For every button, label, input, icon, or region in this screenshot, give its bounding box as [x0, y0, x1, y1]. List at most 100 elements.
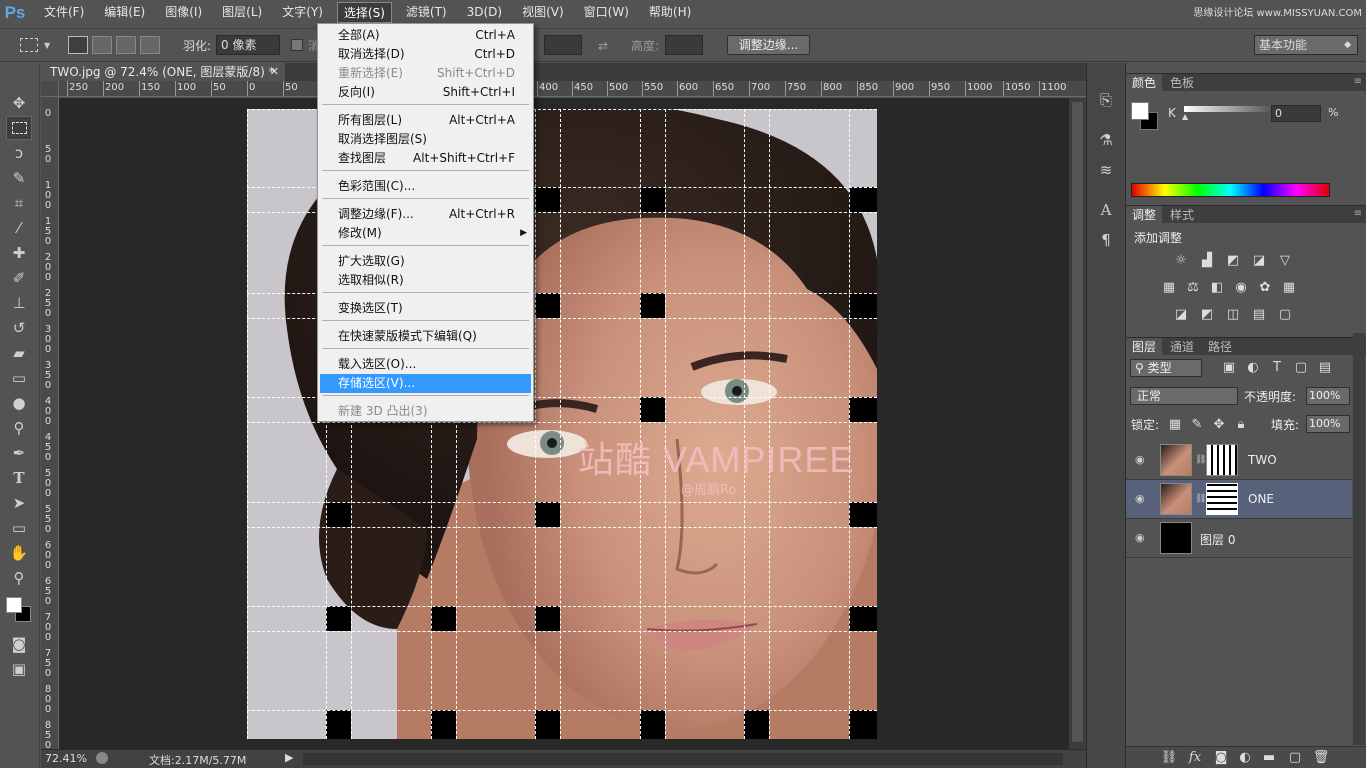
filter-pixel-icon[interactable]: ▣: [1220, 360, 1238, 376]
select-menu-item[interactable]: 扩大选取(G): [320, 252, 531, 271]
filter-type-icon[interactable]: T: [1268, 360, 1286, 376]
move-tool-icon[interactable]: ✥: [6, 91, 32, 115]
opacity-input[interactable]: 100%: [1306, 387, 1350, 405]
antialias-checkbox[interactable]: [291, 39, 303, 51]
brush-presets-icon[interactable]: ⚗: [1091, 127, 1121, 153]
chevron-down-icon[interactable]: ▼: [44, 41, 50, 50]
hand-icon[interactable]: ✋: [6, 541, 32, 565]
menu-layer[interactable]: 图层(L): [216, 2, 268, 23]
select-menu-item[interactable]: 调整边缘(F)... Alt+Ctrl+R: [320, 205, 531, 224]
blur-icon[interactable]: ●: [6, 391, 32, 415]
gradient-map-icon[interactable]: ▤: [1250, 307, 1268, 323]
select-menu-item[interactable]: 所有图层(L) Alt+Ctrl+A: [320, 111, 531, 130]
menu-edit[interactable]: 编辑(E): [98, 2, 151, 23]
path-selection-icon[interactable]: ➤: [6, 491, 32, 515]
gradient-icon[interactable]: ▭: [6, 366, 32, 390]
canvas-area[interactable]: 站酷 VAMPIREE @周鹏Ro: [59, 98, 1069, 749]
k-value-input[interactable]: 0: [1271, 105, 1321, 122]
layer-mask-thumbnail[interactable]: [1206, 483, 1238, 515]
swap-icon[interactable]: ⇄: [598, 35, 608, 57]
menu-view[interactable]: 视图(V): [516, 2, 570, 23]
foreground-color[interactable]: [6, 597, 22, 613]
select-menu-item[interactable]: 取消选择(D) Ctrl+D: [320, 45, 531, 64]
color-swatches[interactable]: [0, 591, 39, 631]
status-info-icon[interactable]: [96, 752, 108, 764]
lasso-icon[interactable]: ↄ: [6, 141, 32, 165]
layer-name[interactable]: TWO: [1248, 453, 1277, 467]
posterize-icon[interactable]: ◩: [1198, 307, 1216, 323]
curves-icon[interactable]: ◩: [1224, 253, 1242, 269]
add-mask-icon[interactable]: ◙: [1212, 750, 1230, 766]
refine-edge-button[interactable]: 调整边缘...: [727, 35, 810, 55]
layer-mask-thumbnail[interactable]: [1206, 444, 1238, 476]
layers-scrollbar[interactable]: [1353, 333, 1365, 745]
select-menu-item[interactable]: 反向(I) Shift+Ctrl+I: [320, 83, 531, 102]
horizontal-scrollbar[interactable]: [303, 753, 1063, 765]
photo-filter-icon[interactable]: ◉: [1232, 280, 1250, 296]
new-selection-icon[interactable]: [68, 36, 88, 54]
marquee-tool-preset-icon[interactable]: [20, 38, 38, 52]
layer-row-two[interactable]: ◉ ⛓ TWO: [1126, 441, 1352, 480]
lock-position-icon[interactable]: ✥: [1210, 417, 1228, 433]
filter-smart-object-icon[interactable]: ▤: [1316, 360, 1334, 376]
dodge-icon[interactable]: ⚲: [6, 416, 32, 440]
paragraph-icon[interactable]: ¶: [1091, 227, 1121, 253]
select-menu-item[interactable]: 全部(A) Ctrl+A: [320, 26, 531, 45]
lock-pixels-icon[interactable]: ✎: [1188, 417, 1206, 433]
document-tab[interactable]: TWO.jpg @ 72.4% (ONE, 图层蒙版/8) * ✕: [41, 63, 285, 81]
rectangular-marquee-icon[interactable]: [6, 116, 32, 140]
history-icon[interactable]: ⎘: [1091, 87, 1121, 113]
tab-channels[interactable]: 通道: [1164, 338, 1200, 356]
ruler-origin[interactable]: [41, 81, 59, 97]
new-group-icon[interactable]: ▬: [1260, 750, 1278, 766]
select-menu-item[interactable]: 载入选区(O)...: [320, 355, 531, 374]
scrollbar-thumb[interactable]: [1072, 102, 1083, 742]
tab-color[interactable]: 颜色: [1126, 74, 1163, 92]
select-menu-item[interactable]: 重新选择(E) Shift+Ctrl+D: [320, 64, 531, 83]
threshold-icon[interactable]: ◫: [1224, 307, 1242, 323]
quick-selection-icon[interactable]: ✎: [6, 166, 32, 190]
levels-icon[interactable]: ▟: [1198, 253, 1216, 269]
filter-shape-icon[interactable]: ▢: [1292, 360, 1310, 376]
select-menu-item[interactable]: 查找图层 Alt+Shift+Ctrl+F: [320, 149, 531, 168]
layer-thumbnail[interactable]: [1160, 483, 1192, 515]
color-lookup-icon[interactable]: ▦: [1280, 280, 1298, 296]
color-balance-icon[interactable]: ⚖: [1184, 280, 1202, 296]
subtract-selection-icon[interactable]: [116, 36, 136, 54]
tab-layers[interactable]: 图层: [1126, 338, 1163, 356]
select-menu-item[interactable]: 色彩范围(C)...: [320, 177, 531, 196]
select-menu-item[interactable]: 在快速蒙版模式下编辑(Q): [320, 327, 531, 346]
brush-icon[interactable]: ✐: [6, 266, 32, 290]
add-selection-icon[interactable]: [92, 36, 112, 54]
workspace-select[interactable]: 基本功能 ◆: [1254, 35, 1358, 55]
layer-thumbnail[interactable]: [1160, 444, 1192, 476]
width-input[interactable]: [544, 35, 582, 55]
filter-adjustment-icon[interactable]: ◐: [1244, 360, 1262, 376]
menu-select[interactable]: 选择(S): [336, 2, 392, 23]
menu-help[interactable]: 帮助(H): [643, 2, 697, 23]
tab-swatches[interactable]: 色板: [1164, 74, 1200, 92]
menu-image[interactable]: 图像(I): [159, 2, 208, 23]
layer-name[interactable]: ONE: [1248, 492, 1274, 506]
eye-icon[interactable]: ◉: [1135, 531, 1149, 545]
lock-transparent-icon[interactable]: ▦: [1166, 417, 1184, 433]
fill-input[interactable]: 100%: [1306, 415, 1350, 433]
screen-mode-icon[interactable]: ▣: [6, 657, 32, 681]
exposure-icon[interactable]: ◪: [1250, 253, 1268, 269]
link-icon[interactable]: ⛓: [1195, 494, 1206, 504]
hue-saturation-icon[interactable]: ▦: [1160, 280, 1178, 296]
history-brush-icon[interactable]: ↺: [6, 316, 32, 340]
menu-window[interactable]: 窗口(W): [578, 2, 635, 23]
link-layers-icon[interactable]: ⛓: [1160, 750, 1178, 766]
tab-paths[interactable]: 路径: [1202, 338, 1238, 356]
selective-color-icon[interactable]: ▢: [1276, 307, 1294, 323]
menu-file[interactable]: 文件(F): [38, 2, 90, 23]
crop-icon[interactable]: ⌗: [6, 191, 32, 215]
delete-layer-icon[interactable]: 🗑︎: [1312, 750, 1330, 766]
new-adjustment-icon[interactable]: ◐: [1236, 750, 1254, 766]
height-input[interactable]: [665, 35, 703, 55]
tab-adjustments[interactable]: 调整: [1126, 206, 1163, 224]
close-icon[interactable]: ✕: [270, 63, 279, 81]
black-white-icon[interactable]: ◧: [1208, 280, 1226, 296]
healing-brush-icon[interactable]: ✚: [6, 241, 32, 265]
